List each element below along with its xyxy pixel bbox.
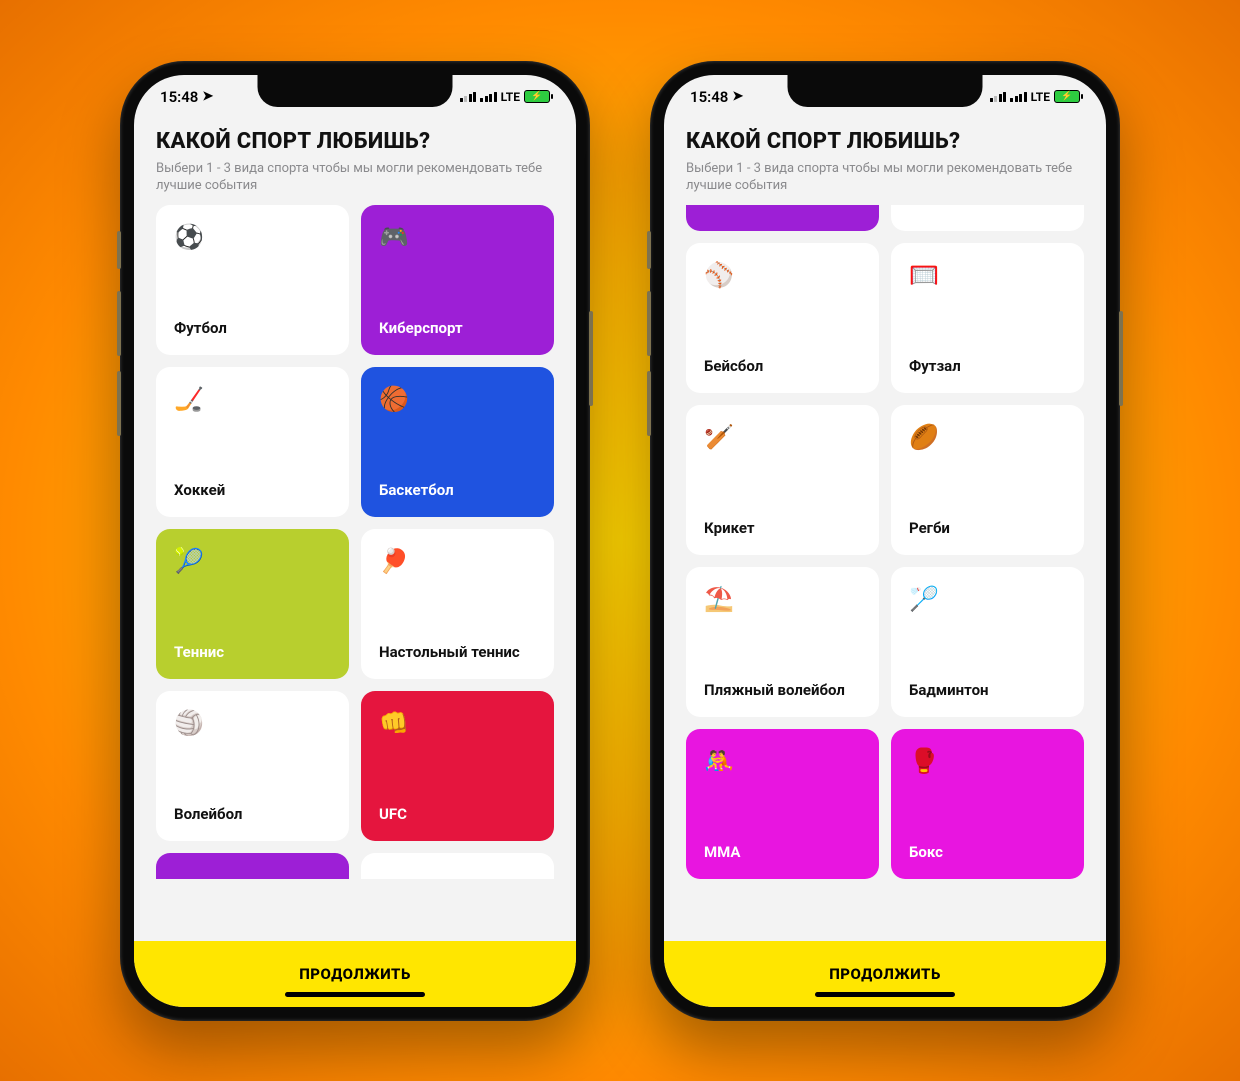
sport-card[interactable]: 🏓 Настольный теннис <box>361 529 554 679</box>
sport-card[interactable]: ⚾ Бейсбол <box>686 243 879 393</box>
sport-label: Бадминтон <box>909 681 1066 699</box>
sport-card[interactable]: 🥊 Бокс <box>891 729 1084 879</box>
sport-label: Регби <box>909 519 1066 537</box>
sport-label: Бокс <box>909 843 1066 861</box>
sport-card-peek[interactable] <box>361 853 554 879</box>
network-label: LTE <box>501 90 520 104</box>
continue-button[interactable]: ПРОДОЛЖИТЬ <box>134 941 576 1007</box>
sport-label: MMA <box>704 843 861 861</box>
notch <box>258 75 453 107</box>
sport-icon: 🥅 <box>909 263 1066 287</box>
sport-card[interactable]: 🥅 Футзал <box>891 243 1084 393</box>
notch <box>788 75 983 107</box>
sport-icon: 🎾 <box>174 549 331 573</box>
sport-label: Крикет <box>704 519 861 537</box>
location-icon: ➤ <box>202 89 213 104</box>
sport-card-peek[interactable] <box>156 853 349 879</box>
sport-card[interactable]: 👊 UFC <box>361 691 554 841</box>
sport-card[interactable]: 🎾 Теннис <box>156 529 349 679</box>
sport-label: Настольный теннис <box>379 643 536 661</box>
continue-label: ПРОДОЛЖИТЬ <box>829 965 941 983</box>
sport-card[interactable]: 🎮 Киберспорт <box>361 205 554 355</box>
sport-label: Волейбол <box>174 805 331 823</box>
sport-label: Баскетбол <box>379 481 536 499</box>
sport-card[interactable]: 🏐 Волейбол <box>156 691 349 841</box>
location-icon: ➤ <box>732 89 743 104</box>
sport-icon: 👊 <box>379 711 536 735</box>
sport-icon: 🎮 <box>379 225 536 249</box>
sport-label: Хоккей <box>174 481 331 499</box>
sport-card[interactable]: 🏉 Регби <box>891 405 1084 555</box>
sport-icon: 🥊 <box>909 749 1066 773</box>
status-time: 15:48 <box>690 88 728 106</box>
sport-icon: 🏐 <box>174 711 331 735</box>
sport-icon: 🏒 <box>174 387 331 411</box>
page-subtitle: Выбери 1 - 3 вида спорта чтобы мы могли … <box>156 160 554 195</box>
sport-icon: ⚽ <box>174 225 331 249</box>
sport-card[interactable]: 🏀 Баскетбол <box>361 367 554 517</box>
sport-label: Бейсбол <box>704 357 861 375</box>
sport-icon: 🏏 <box>704 425 861 449</box>
sport-card[interactable]: 🏸 Бадминтон <box>891 567 1084 717</box>
page-title: КАКОЙ СПОРТ ЛЮБИШЬ? <box>156 129 554 154</box>
sport-icon: 🏀 <box>379 387 536 411</box>
battery-icon: ⚡ <box>524 90 550 103</box>
sport-icon: 🤼 <box>704 749 861 773</box>
sport-label: Пляжный волейбол <box>704 681 861 699</box>
sport-grid[interactable]: ⚽ Футбол 🎮 Киберспорт 🏒 Хоккей 🏀 Баскетбол 🎾 Тенн… <box>156 205 554 879</box>
signal-icon <box>990 92 1007 102</box>
continue-label: ПРОДОЛЖИТЬ <box>299 965 411 983</box>
page-subtitle: Выбери 1 - 3 вида спорта чтобы мы могли … <box>686 160 1084 195</box>
phone-mockup-right: 15:48 ➤ LTE ⚡ КАКОЙ СПОРТ ЛЮБИШЬ? Выбери… <box>650 61 1120 1021</box>
sport-icon: 🏸 <box>909 587 1066 611</box>
signal-icon-2 <box>1010 92 1027 102</box>
home-indicator <box>285 992 425 997</box>
sport-card[interactable]: 🤼 MMA <box>686 729 879 879</box>
sport-label: Киберспорт <box>379 319 536 337</box>
sport-icon: 🏉 <box>909 425 1066 449</box>
status-time: 15:48 <box>160 88 198 106</box>
sport-icon: ⚾ <box>704 263 861 287</box>
sport-card[interactable]: ⚽ Футбол <box>156 205 349 355</box>
signal-icon-2 <box>480 92 497 102</box>
sport-card[interactable]: ⛱️ Пляжный волейбол <box>686 567 879 717</box>
sport-label: Футбол <box>174 319 331 337</box>
sport-grid[interactable]: ⚾ Бейсбол 🥅 Футзал 🏏 Крикет 🏉 Регби ⛱️ Пляжный во… <box>686 205 1084 879</box>
home-indicator <box>815 992 955 997</box>
sport-label: Теннис <box>174 643 331 661</box>
sport-card-peek[interactable] <box>891 205 1084 231</box>
network-label: LTE <box>1031 90 1050 104</box>
sport-icon: 🏓 <box>379 549 536 573</box>
phone-mockup-left: 15:48 ➤ LTE ⚡ КАКОЙ СПОРТ ЛЮБИШЬ? Выбери… <box>120 61 590 1021</box>
sport-card[interactable]: 🏏 Крикет <box>686 405 879 555</box>
sport-label: Футзал <box>909 357 1066 375</box>
sport-icon: ⛱️ <box>704 587 861 611</box>
sport-label: UFC <box>379 805 536 823</box>
sport-card-peek[interactable] <box>686 205 879 231</box>
sport-card[interactable]: 🏒 Хоккей <box>156 367 349 517</box>
continue-button[interactable]: ПРОДОЛЖИТЬ <box>664 941 1106 1007</box>
page-title: КАКОЙ СПОРТ ЛЮБИШЬ? <box>686 129 1084 154</box>
battery-icon: ⚡ <box>1054 90 1080 103</box>
signal-icon <box>460 92 477 102</box>
